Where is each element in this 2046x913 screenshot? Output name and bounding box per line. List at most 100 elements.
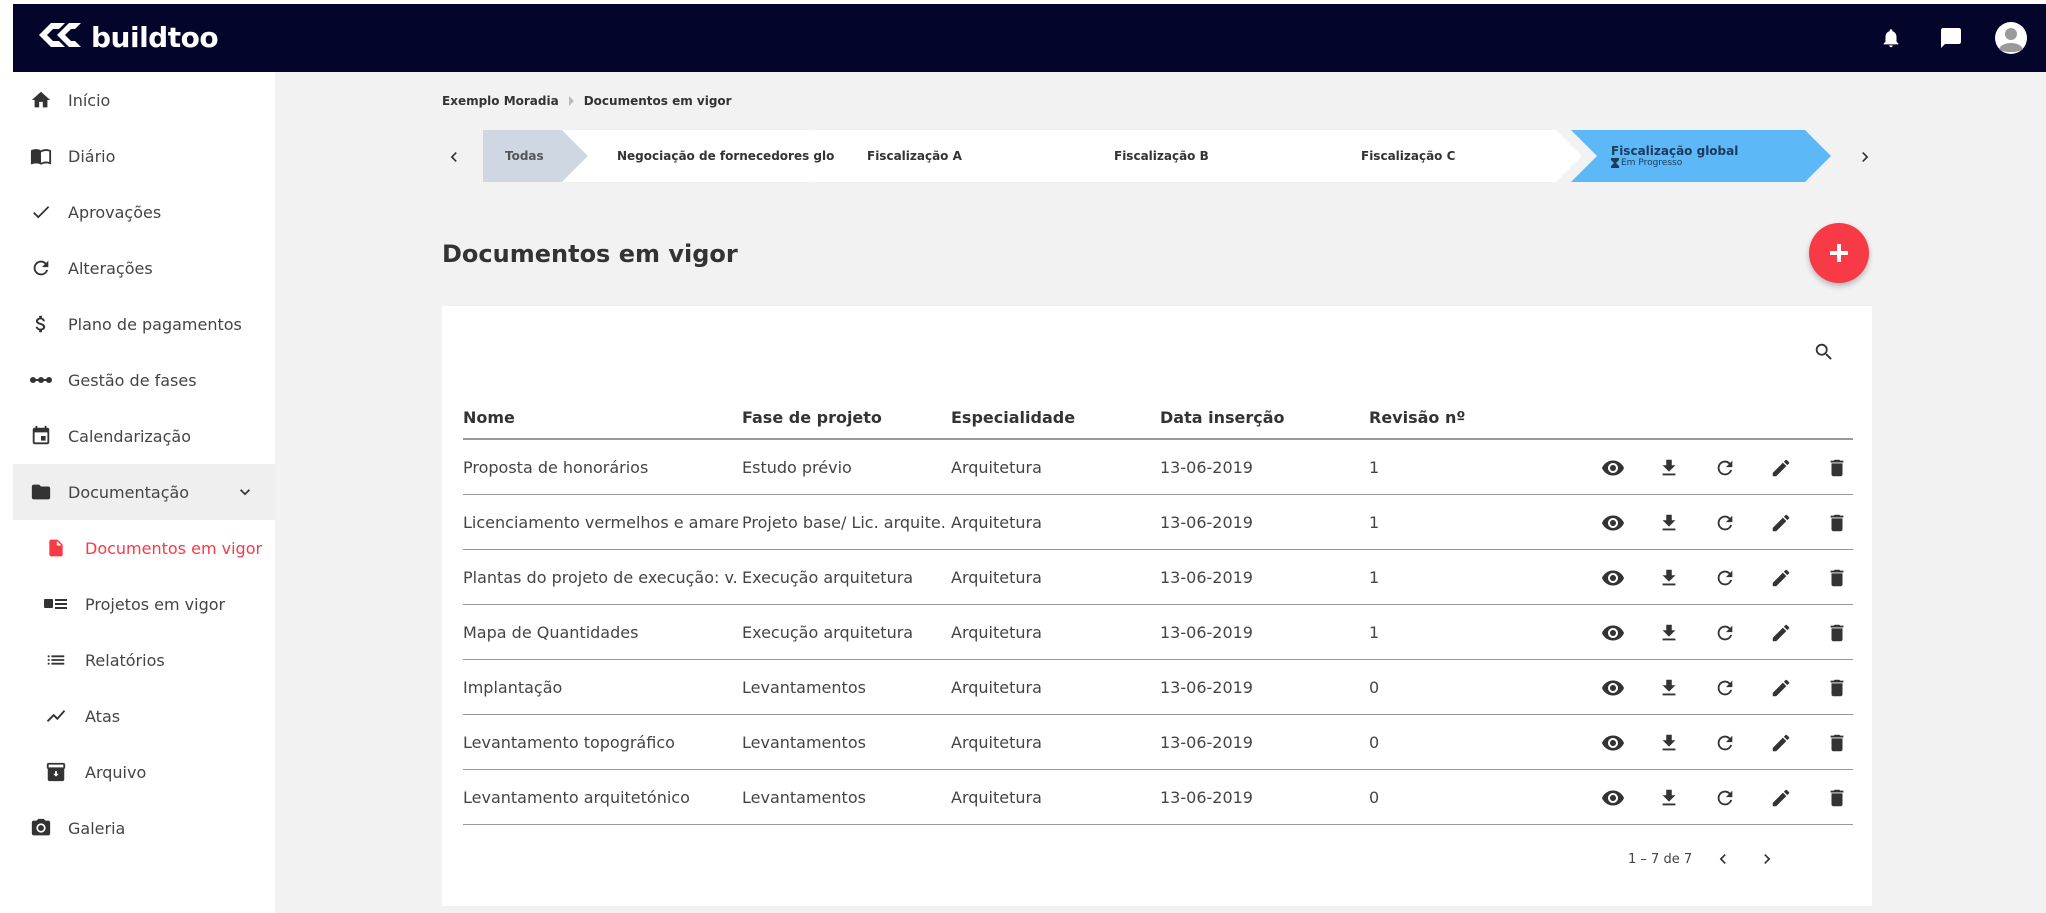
column-header[interactable]: Fase de projeto (742, 408, 882, 427)
edit-button[interactable] (1765, 507, 1797, 539)
search-icon[interactable] (1810, 338, 1838, 366)
sidebar-item-arquivo[interactable]: Arquivo (13, 744, 275, 800)
step-negociacao[interactable]: Negociação de fornecedores glo... (562, 130, 838, 182)
view-button[interactable] (1597, 727, 1629, 759)
delete-button[interactable] (1821, 672, 1853, 704)
view-button[interactable] (1597, 782, 1629, 814)
delete-button[interactable] (1821, 782, 1853, 814)
delete-button[interactable] (1821, 562, 1853, 594)
avatar[interactable] (1994, 21, 2028, 55)
column-header[interactable]: Data inserção (1160, 408, 1285, 427)
add-document-button[interactable] (1809, 223, 1869, 283)
row-actions (1573, 782, 1853, 814)
table-cell: Mapa de Quantidades (463, 623, 639, 642)
sidebar-item-projetos-em-vigor[interactable]: Projetos em vigor (13, 576, 275, 632)
chevron-right-icon[interactable] (1754, 846, 1780, 872)
download-button[interactable] (1653, 617, 1685, 649)
column-header[interactable]: Especialidade (951, 408, 1075, 427)
revise-button[interactable] (1709, 562, 1741, 594)
sidebar-item-alteracoes[interactable]: Alterações (13, 240, 275, 296)
refresh-icon (1717, 460, 1733, 476)
edit-button[interactable] (1765, 672, 1797, 704)
id-card-icon (43, 591, 69, 617)
table-row[interactable]: Implantação Levantamentos Arquitetura 13-06… (463, 660, 1853, 715)
table-row[interactable]: Plantas do projeto de execução: v... Exec… (463, 550, 1853, 605)
chevron-left-icon[interactable] (1710, 846, 1736, 872)
sidebar-item-galeria[interactable]: Galeria (13, 800, 275, 856)
step-fiscalizacao-global[interactable]: Fiscalização global Em Progresso (1571, 130, 1831, 182)
download-button[interactable] (1653, 562, 1685, 594)
revise-button[interactable] (1709, 452, 1741, 484)
calendar-icon (28, 423, 54, 449)
view-button[interactable] (1597, 617, 1629, 649)
table-row[interactable]: Levantamento topográfico Levantamentos Arq… (463, 715, 1853, 770)
sidebar-item-aprovacoes[interactable]: Aprovações (13, 184, 275, 240)
delete-button[interactable] (1821, 452, 1853, 484)
column-header[interactable]: Nome (463, 408, 515, 427)
sidebar-item-label: Gestão de fases (68, 370, 197, 390)
sidebar-item-label: Calendarização (68, 426, 191, 446)
sidebar-item-atas[interactable]: Atas (13, 688, 275, 744)
table-cell: 13-06-2019 (1160, 458, 1253, 477)
step-fiscalizacao-a[interactable]: Fiscalização A (812, 130, 1088, 182)
step-fiscalizacao-b[interactable]: Fiscalização B (1059, 130, 1335, 182)
chevron-left-icon[interactable] (440, 130, 468, 184)
edit-button[interactable] (1765, 452, 1797, 484)
download-button[interactable] (1653, 727, 1685, 759)
table-cell: Arquitetura (951, 513, 1042, 532)
download-button[interactable] (1653, 507, 1685, 539)
chat-icon[interactable] (1934, 21, 1968, 55)
sidebar-item-label: Atas (85, 706, 121, 726)
table-header: Nome Fase de projeto Especialidade Data … (463, 394, 1853, 440)
table-row[interactable]: Proposta de honorários Estudo prévio Arqui… (463, 440, 1853, 495)
breadcrumb-separator-icon (568, 96, 574, 106)
sidebar-item-plano-pagamentos[interactable]: Plano de pagamentos (13, 296, 275, 352)
revise-button[interactable] (1709, 782, 1741, 814)
eye-icon (1602, 570, 1624, 586)
refresh-icon (1717, 570, 1733, 586)
sidebar-item-gestao-fases[interactable]: Gestão de fases (13, 352, 275, 408)
table-cell: Levantamento arquitetónico (463, 788, 690, 807)
delete-button[interactable] (1821, 727, 1853, 759)
table-cell: Levantamentos (742, 788, 866, 807)
table-row[interactable]: Mapa de Quantidades Execução arquitetura A… (463, 605, 1853, 660)
row-actions (1573, 507, 1853, 539)
download-button[interactable] (1653, 782, 1685, 814)
step-label: Todas (505, 149, 544, 163)
download-button[interactable] (1653, 452, 1685, 484)
sidebar-item-documentacao[interactable]: Documentação (13, 464, 275, 520)
sidebar-item-calendarizacao[interactable]: Calendarização (13, 408, 275, 464)
chevron-down-icon[interactable] (235, 482, 255, 506)
sidebar-item-documentos-em-vigor[interactable]: Documentos em vigor (13, 520, 275, 576)
logo-text: buildtoo (91, 20, 219, 54)
revise-button[interactable] (1709, 507, 1741, 539)
revise-button[interactable] (1709, 727, 1741, 759)
view-button[interactable] (1597, 672, 1629, 704)
sidebar-item-inicio[interactable]: Início (13, 72, 275, 128)
edit-button[interactable] (1765, 562, 1797, 594)
view-button[interactable] (1597, 452, 1629, 484)
breadcrumb-item[interactable]: Exemplo Moradia (442, 94, 559, 108)
view-button[interactable] (1597, 507, 1629, 539)
chevron-right-icon[interactable] (1851, 130, 1879, 184)
sidebar-item-relatorios[interactable]: Relatórios (13, 632, 275, 688)
sidebar-item-label: Aprovações (68, 202, 162, 222)
step-fiscalizacao-c[interactable]: Fiscalização C (1306, 130, 1582, 182)
revise-button[interactable] (1709, 672, 1741, 704)
timeline-icon (28, 367, 54, 393)
bell-icon[interactable] (1874, 21, 1908, 55)
edit-button[interactable] (1765, 727, 1797, 759)
logo[interactable]: buildtoo (35, 18, 219, 56)
edit-button[interactable] (1765, 782, 1797, 814)
sidebar-item-diario[interactable]: Diário (13, 128, 275, 184)
column-header[interactable]: Revisão nº (1369, 408, 1465, 427)
delete-button[interactable] (1821, 507, 1853, 539)
table-row[interactable]: Licenciamento vermelhos e amare... Projet… (463, 495, 1853, 550)
download-icon (1662, 514, 1676, 531)
revise-button[interactable] (1709, 617, 1741, 649)
view-button[interactable] (1597, 562, 1629, 594)
delete-button[interactable] (1821, 617, 1853, 649)
edit-button[interactable] (1765, 617, 1797, 649)
table-row[interactable]: Levantamento arquitetónico Levantamentos A… (463, 770, 1853, 825)
download-button[interactable] (1653, 672, 1685, 704)
